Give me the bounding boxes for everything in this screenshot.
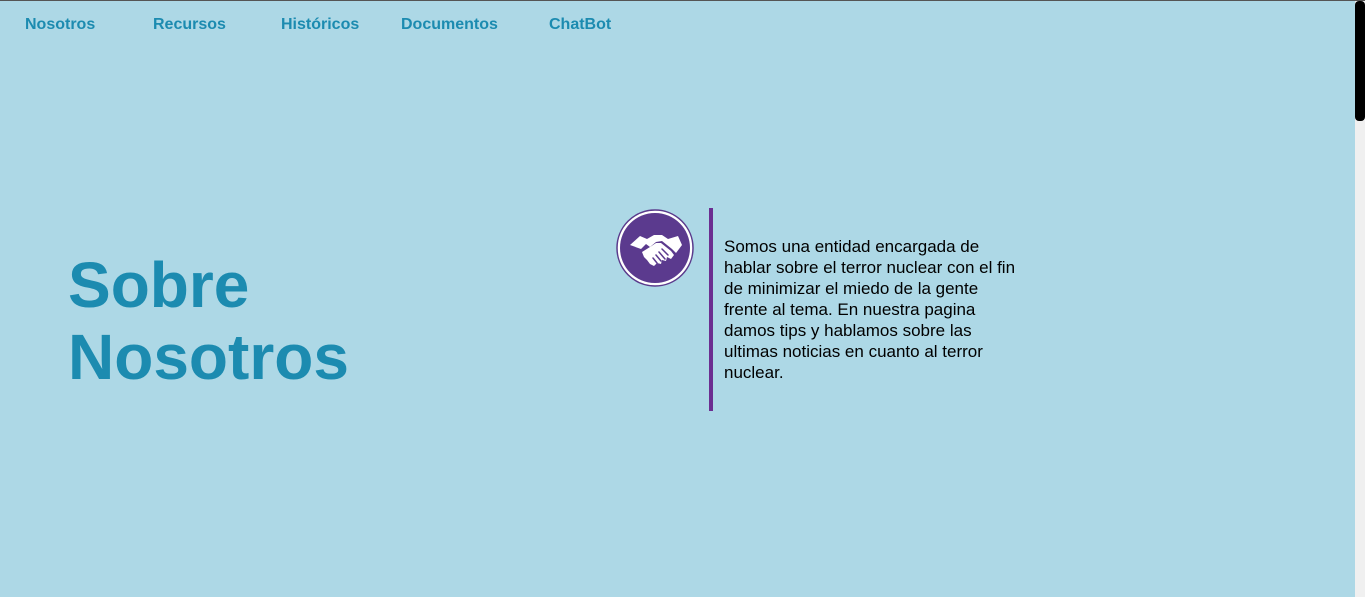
scrollbar-thumb[interactable] <box>1355 1 1365 121</box>
page: Nosotros Recursos Históricos Documentos … <box>0 0 1365 597</box>
about-description: Somos una entidad encargada de hablar so… <box>724 237 1016 382</box>
vertical-divider <box>709 208 713 411</box>
nav-link-documentos[interactable]: Documentos <box>401 16 498 34</box>
page-title-line1: Sobre <box>68 249 250 321</box>
page-title: Sobre Nosotros <box>68 249 349 393</box>
nav-link-chatbot[interactable]: ChatBot <box>549 16 611 34</box>
scrollbar[interactable] <box>1355 1 1365 597</box>
nav-link-historicos[interactable]: Históricos <box>281 16 359 34</box>
handshake-icon <box>616 209 694 287</box>
page-title-line2: Nosotros <box>68 321 349 393</box>
nav-link-nosotros[interactable]: Nosotros <box>25 16 95 34</box>
nav-link-recursos[interactable]: Recursos <box>153 16 226 34</box>
